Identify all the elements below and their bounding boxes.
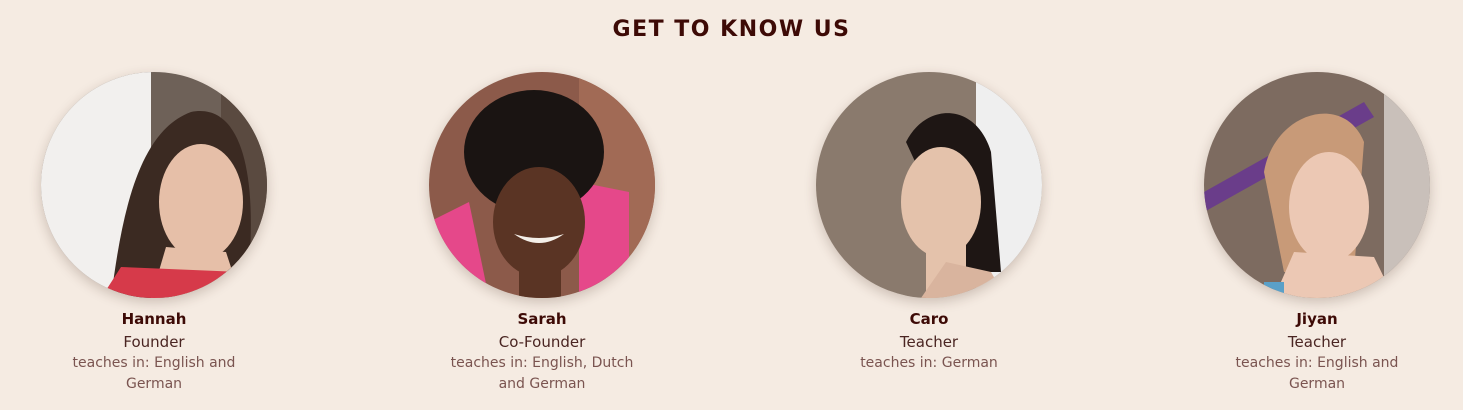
team-section: GET TO KNOW US Hannah Founder teaches in… — [0, 0, 1463, 410]
member-languages: teaches in: German — [860, 355, 998, 371]
avatar-photo — [816, 72, 1042, 298]
section-title: GET TO KNOW US — [612, 17, 851, 42]
member-role: Co-Founder — [498, 333, 586, 351]
member-name: Sarah — [517, 310, 567, 328]
member-role: Teacher — [1287, 333, 1347, 351]
avatar-photo — [41, 72, 267, 298]
member-role: Founder — [123, 333, 185, 351]
member-name: Jiyan — [1296, 310, 1338, 328]
team-card-jiyan: Jiyan Teacher teaches in: English and Ge… — [1167, 72, 1463, 395]
member-name: Hannah — [121, 310, 187, 328]
team-card-hannah: Hannah Founder teaches in: English and G… — [4, 72, 304, 395]
member-name: Caro — [909, 310, 949, 328]
member-languages: teaches in: English and German — [1235, 355, 1399, 392]
team-card-sarah: Sarah Co-Founder teaches in: English, Du… — [392, 72, 692, 395]
team-card-caro: Caro Teacher teaches in: German — [779, 72, 1079, 374]
member-languages: teaches in: English, Dutch and German — [450, 355, 634, 392]
avatar-photo — [1204, 72, 1430, 298]
member-role: Teacher — [899, 333, 959, 351]
avatar-photo — [429, 72, 655, 298]
member-languages: teaches in: English and German — [72, 355, 236, 392]
